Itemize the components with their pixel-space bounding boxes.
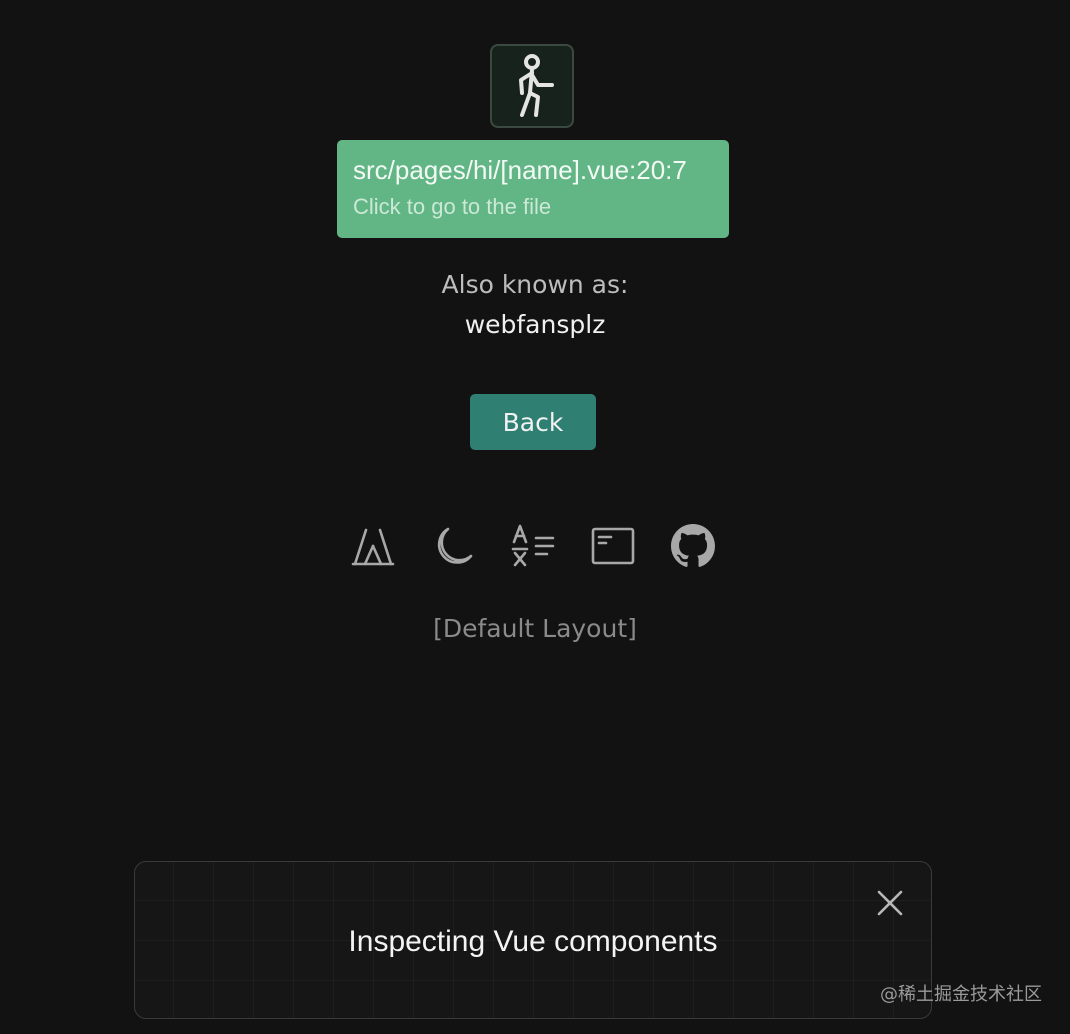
also-known-label: Also known as: [441,270,629,299]
tooltip-file-path[interactable]: src/pages/hi/[name].vue:20:7 [353,154,713,186]
file-location-tooltip[interactable]: src/pages/hi/[name].vue:20:7 Click to go… [337,140,729,238]
watermark-text: @稀土掘金技术社区 [880,984,1042,1005]
walking-person-icon [519,54,554,117]
moon-icon[interactable] [431,524,475,568]
translate-icon[interactable] [511,524,555,568]
inspector-target-box[interactable] [490,44,574,128]
close-icon[interactable] [875,888,905,918]
tooltip-hint: Click to go to the file [353,194,552,219]
back-button[interactable]: Back [470,394,596,450]
alias-name: webfansplz [464,310,606,339]
inspector-toast: Inspecting Vue components [134,861,932,1019]
tent-icon[interactable] [351,524,395,568]
footer-icon-row [0,524,1070,568]
toast-message: Inspecting Vue components [348,925,718,958]
page: src/pages/hi/[name].vue:20:7 Click to go… [0,0,1070,1034]
layout-label: [Default Layout] [433,614,637,643]
browser-window-icon[interactable] [591,524,635,568]
github-icon[interactable] [671,524,715,568]
